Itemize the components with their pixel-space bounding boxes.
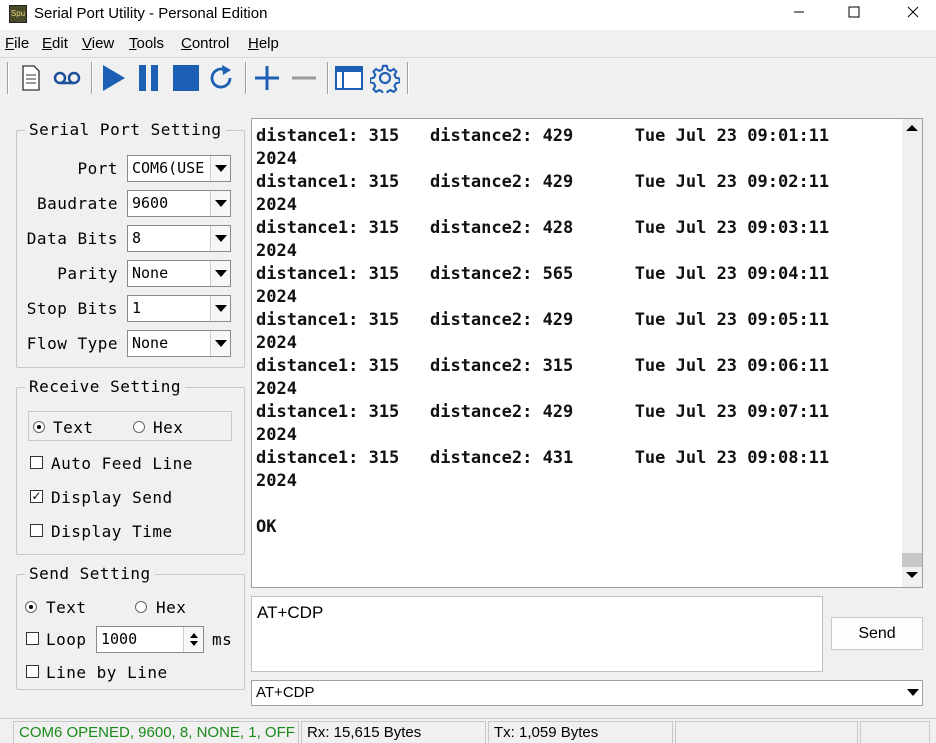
send-setting-title: Send Setting <box>25 564 155 583</box>
status-bar: COM6 OPENED, 9600, 8, NONE, 1, OFF Rx: 1… <box>0 718 936 743</box>
serial-port-setting-title: Serial Port Setting <box>25 120 226 139</box>
toolbar <box>0 57 936 97</box>
send-history-select[interactable]: AT+CDP <box>251 680 923 706</box>
app-icon: Spu <box>9 5 27 23</box>
loop-label[interactable]: Loop <box>46 630 87 649</box>
receive-hex-label[interactable]: Hex <box>153 418 183 437</box>
line-by-line-checkbox[interactable] <box>26 665 39 678</box>
window-icon[interactable] <box>333 62 365 94</box>
maximize-icon <box>848 6 860 18</box>
menu-view[interactable]: View <box>82 35 114 52</box>
close-icon <box>907 6 919 18</box>
line-by-line-label[interactable]: Line by Line <box>46 663 168 682</box>
data-bits-label: Data Bits <box>26 229 118 248</box>
chevron-down-icon <box>210 261 230 286</box>
scroll-thumb[interactable] <box>902 553 922 567</box>
menu-bar: File Edit View Tools Control Help <box>0 33 936 55</box>
status-cell-empty-2 <box>860 721 930 743</box>
baudrate-select[interactable]: 9600 <box>127 190 231 217</box>
chevron-down-icon <box>210 331 230 356</box>
scroll-down-icon[interactable] <box>906 572 918 578</box>
receive-setting-title: Receive Setting <box>25 377 185 396</box>
minimize-icon <box>794 11 804 13</box>
menu-file[interactable]: File <box>5 35 29 52</box>
loop-interval-spinbox[interactable]: 1000 <box>96 626 204 653</box>
port-select[interactable]: COM6(USE <box>127 155 231 182</box>
port-status: COM6 OPENED, 9600, 8, NONE, 1, OFF <box>13 721 299 743</box>
send-text-label[interactable]: Text <box>46 598 87 617</box>
display-send-checkbox[interactable]: ✓ <box>30 490 43 503</box>
chevron-down-icon <box>210 296 230 321</box>
record-icon[interactable] <box>51 62 83 94</box>
maximize-button[interactable] <box>831 0 877 30</box>
stop-bits-select[interactable]: 1 <box>127 295 231 322</box>
flow-type-label: Flow Type <box>26 334 118 353</box>
send-hex-radio[interactable] <box>135 601 147 613</box>
menu-control[interactable]: Control <box>181 35 229 52</box>
receive-scrollbar[interactable] <box>902 119 922 587</box>
loop-checkbox[interactable] <box>26 632 39 645</box>
display-time-label[interactable]: Display Time <box>51 522 173 541</box>
title-bar[interactable]: Spu Serial Port Utility - Personal Editi… <box>0 0 936 30</box>
new-file-icon[interactable] <box>15 62 47 94</box>
spinner-icon[interactable] <box>183 627 203 652</box>
parity-label: Parity <box>57 264 118 283</box>
refresh-icon[interactable] <box>206 62 238 94</box>
close-button[interactable] <box>890 0 936 30</box>
plus-icon[interactable] <box>251 62 283 94</box>
pause-icon[interactable] <box>133 62 165 94</box>
chevron-down-icon[interactable] <box>907 689 919 696</box>
flow-type-select[interactable]: None <box>127 330 231 357</box>
display-send-label[interactable]: Display Send <box>51 488 173 507</box>
scroll-up-icon[interactable] <box>906 125 918 131</box>
menu-edit[interactable]: Edit <box>42 35 68 52</box>
stop-bits-label: Stop Bits <box>26 299 118 318</box>
send-text: AT+CDP <box>257 603 324 622</box>
display-time-checkbox[interactable] <box>30 524 43 537</box>
status-cell-empty <box>675 721 858 743</box>
chevron-down-icon <box>210 191 230 216</box>
menu-tools[interactable]: Tools <box>129 35 164 52</box>
auto-feed-line-label[interactable]: Auto Feed Line <box>51 454 193 473</box>
receive-text-label[interactable]: Text <box>53 418 94 437</box>
send-text-area[interactable]: AT+CDP <box>251 596 823 672</box>
receive-hex-radio[interactable] <box>133 421 145 433</box>
send-text-radio[interactable] <box>25 601 37 613</box>
chevron-down-icon <box>210 226 230 251</box>
tx-count: Tx: 1,059 Bytes <box>488 721 673 743</box>
auto-feed-line-checkbox[interactable] <box>30 456 43 469</box>
port-label: Port <box>77 159 118 178</box>
play-icon[interactable] <box>97 62 129 94</box>
gear-icon[interactable] <box>369 62 401 94</box>
send-hex-label[interactable]: Hex <box>156 598 186 617</box>
stop-icon[interactable] <box>170 62 202 94</box>
rx-count: Rx: 15,615 Bytes <box>301 721 486 743</box>
receive-text-area[interactable]: distance1: 315 distance2: 429 Tue Jul 23… <box>251 118 923 588</box>
send-button[interactable]: Send <box>831 617 923 650</box>
data-bits-select[interactable]: 8 <box>127 225 231 252</box>
minimize-button[interactable] <box>776 0 822 30</box>
loop-unit-label: ms <box>212 630 233 649</box>
receive-log: distance1: 315 distance2: 429 Tue Jul 23… <box>256 126 830 537</box>
minus-icon <box>288 62 320 94</box>
window-title: Serial Port Utility - Personal Edition <box>34 5 268 22</box>
menu-help[interactable]: Help <box>248 35 279 52</box>
parity-select[interactable]: None <box>127 260 231 287</box>
baudrate-label: Baudrate <box>36 194 118 213</box>
receive-text-radio[interactable] <box>33 421 45 433</box>
chevron-down-icon <box>210 156 230 181</box>
